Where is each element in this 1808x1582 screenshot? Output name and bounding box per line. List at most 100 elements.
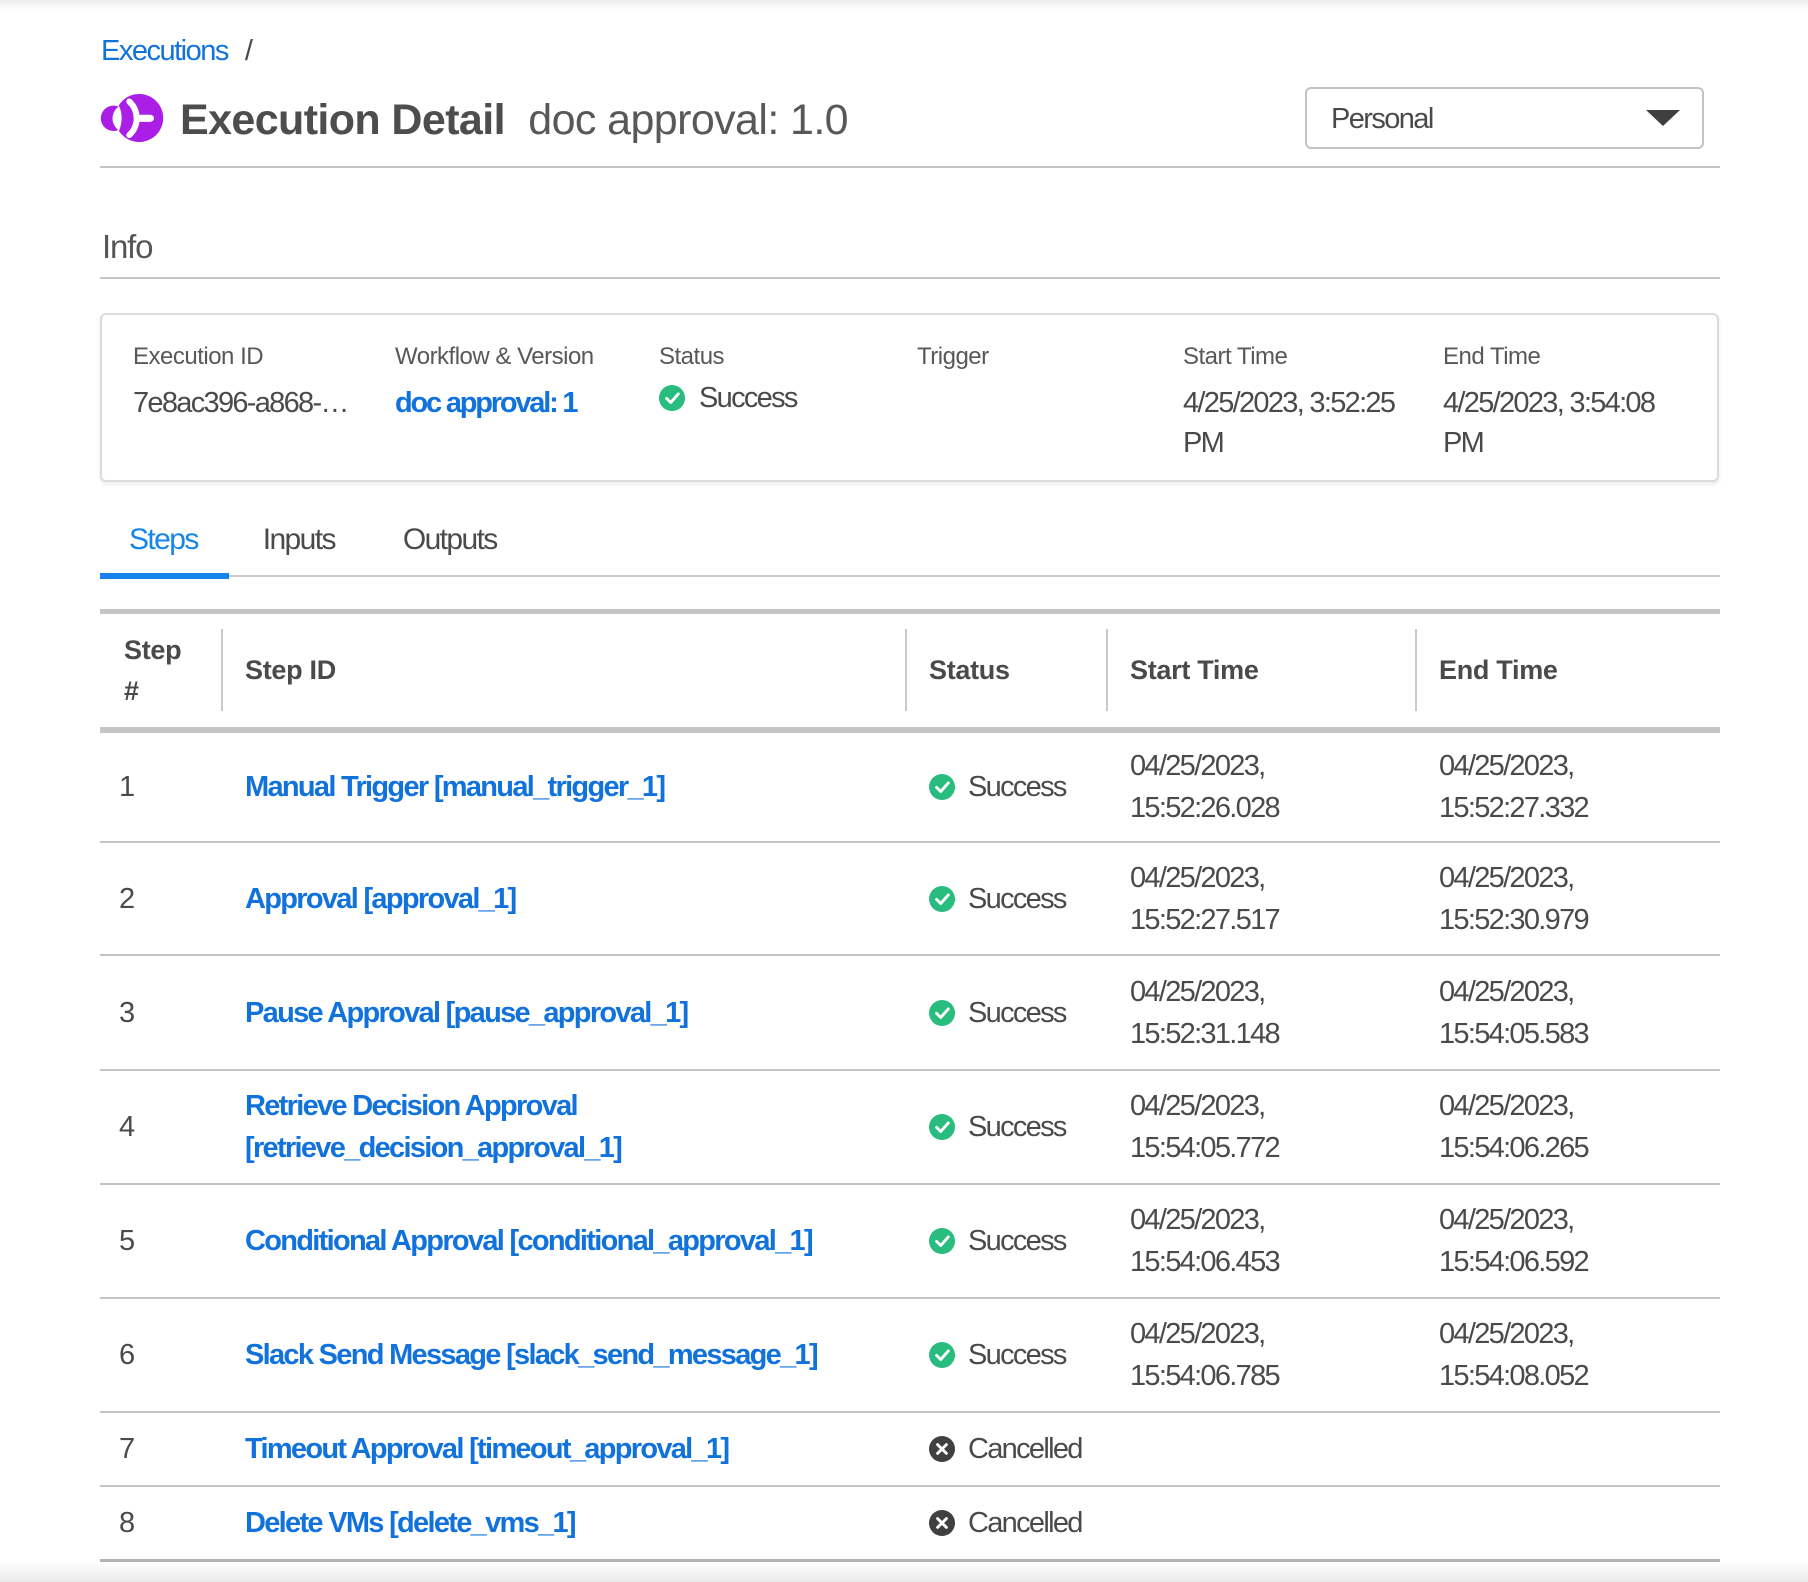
step-id-cell: Timeout Approval [timeout_approval_1] [221, 1428, 905, 1470]
step-id-cell: Approval [approval_1] [221, 878, 905, 920]
page-title-workflow: doc approval: 1.0 [528, 96, 848, 144]
steps-table: Step#Step ID StatusStart Time End Time 1 Ma… [100, 609, 1720, 1562]
col-header-start-time: Start Time [1106, 614, 1415, 727]
step-status-text: Success [968, 1220, 1066, 1262]
col-header-step-id: Step ID [221, 614, 905, 727]
step-status-text: Cancelled [968, 1428, 1082, 1470]
tab-bar: StepsInputsOutputs [100, 523, 529, 573]
info-value: 4/25/2023, 3:52:25 PM [1183, 383, 1423, 463]
step-row-8: 8 Delete VMs [delete_vms_1]Cancelled [100, 1487, 1720, 1562]
top-edge-shadow [0, 0, 1808, 10]
step-row-2: 2Approval [approval_1]Success04/25/2023,… [100, 843, 1720, 956]
execution-detail-page: Executions/ Execution Detail doc approva… [0, 0, 1808, 1582]
info-label: Workflow & Version [395, 343, 659, 371]
step-id-link[interactable]: Conditional Approval [conditional_approv… [245, 1220, 905, 1262]
workspace-dropdown[interactable]: Personal [1305, 87, 1704, 149]
col-header-text: Start Time [1106, 650, 1259, 691]
step-id-cell: Delete VMs [delete_vms_1] [221, 1502, 905, 1544]
step-row-1: 1 Manual Trigger [manual_trigger_1]Succes… [100, 733, 1720, 843]
chevron-down-icon [1646, 110, 1680, 126]
step-id-cell: Slack Send Message [slack_send_message_1… [221, 1334, 905, 1376]
info-field-start-time: Start Time 4/25/2023, 3:52:25 PM [1183, 343, 1443, 480]
breadcrumb-link-executions[interactable]: Executions [101, 35, 228, 67]
step-number: 3 [100, 992, 221, 1034]
info-field-status: Status Success [659, 343, 917, 480]
col-header-end-time: End Time [1415, 614, 1720, 727]
col-header-step-: Step# [100, 614, 221, 727]
step-status-cell: Success [905, 1106, 1106, 1148]
step-status-text: Success [968, 878, 1066, 920]
info-label: Trigger [917, 343, 1183, 371]
steps-table-header: Step#Step ID StatusStart Time End Time [100, 609, 1720, 733]
info-label: Status [659, 343, 917, 371]
step-row-5: 5 Conditional Approval [conditional_appro… [100, 1185, 1720, 1299]
tab-inputs[interactable]: Inputs [227, 523, 371, 573]
step-status-cell: Success [905, 1220, 1106, 1262]
step-status-cell: Success [905, 992, 1106, 1034]
info-label: End Time [1443, 343, 1705, 371]
info-value: 4/25/2023, 3:54:08 PM [1443, 383, 1683, 463]
step-id-link[interactable]: Retrieve Decision Approval[retrieve_deci… [245, 1085, 905, 1169]
step-status-text: Success [968, 992, 1066, 1034]
active-tab-underline [100, 573, 229, 579]
step-start-time: 04/25/2023,15:52:27.517 [1106, 857, 1415, 941]
col-header-text: Step ID [221, 650, 336, 691]
step-end-time: 04/25/2023,15:52:27.332 [1415, 745, 1720, 829]
step-id-link[interactable]: Timeout Approval [timeout_approval_1] [245, 1428, 905, 1470]
execution-info-card: Execution ID 7e8ac396-a868-… Workflow & Ve… [100, 313, 1719, 482]
success-check-icon [929, 1342, 955, 1368]
step-id-link[interactable]: Delete VMs [delete_vms_1] [245, 1502, 905, 1544]
info-value-link[interactable]: doc approval: 1 [395, 383, 635, 423]
tab-steps[interactable]: Steps [100, 523, 227, 573]
step-start-time: 04/25/2023,15:52:31.148 [1106, 971, 1415, 1055]
info-section-heading: Info [102, 228, 152, 266]
step-end-time: 04/25/2023,15:54:06.265 [1415, 1085, 1720, 1169]
tab-outputs[interactable]: Outputs [371, 523, 529, 573]
col-header-text: End Time [1415, 650, 1558, 691]
step-number: 5 [100, 1220, 221, 1262]
step-id-cell: Conditional Approval [conditional_approv… [221, 1220, 905, 1262]
step-number: 7 [100, 1428, 221, 1470]
info-status-text: Success [699, 378, 797, 418]
step-status-cell: Cancelled [905, 1428, 1106, 1470]
step-id-link[interactable]: Approval [approval_1] [245, 878, 905, 920]
step-status-cell: Success [905, 766, 1106, 808]
breadcrumb: Executions/ [101, 35, 251, 68]
header-divider [100, 166, 1720, 168]
col-header-status: Status [905, 614, 1106, 727]
step-end-time: 04/25/2023,15:54:06.592 [1415, 1199, 1720, 1283]
step-id-cell: Manual Trigger [manual_trigger_1] [221, 766, 905, 808]
step-status-text: Success [968, 1334, 1066, 1376]
info-field-trigger: Trigger [917, 343, 1183, 480]
info-value: 7e8ac396-a868-… [133, 383, 373, 423]
step-start-time: 04/25/2023,15:52:26.028 [1106, 745, 1415, 829]
info-label: Execution ID [133, 343, 395, 371]
step-id-link[interactable]: Slack Send Message [slack_send_message_1… [245, 1334, 905, 1376]
info-field-workflow-version: Workflow & Version doc approval: 1 [395, 343, 659, 480]
info-label: Start Time [1183, 343, 1443, 371]
step-end-time: 04/25/2023,15:54:05.583 [1415, 971, 1720, 1055]
success-check-icon [929, 1000, 955, 1026]
step-number: 1 [100, 766, 221, 808]
step-row-4: 4Retrieve Decision Approval[retrieve_dec… [100, 1071, 1720, 1185]
step-id-link[interactable]: Pause Approval [pause_approval_1] [245, 992, 905, 1034]
workflow-logo-icon [98, 92, 164, 149]
page-title-main: Execution Detail [180, 96, 505, 144]
success-check-icon [659, 385, 685, 411]
step-end-time: 04/25/2023,15:54:08.052 [1415, 1313, 1720, 1397]
tabs-baseline [100, 575, 1720, 577]
step-row-6: 6 Slack Send Message [slack_send_message_… [100, 1299, 1720, 1413]
info-value-status: Success [659, 378, 899, 418]
step-row-7: 7 Timeout Approval [timeout_approval_1] Ca… [100, 1413, 1720, 1487]
step-end-time: 04/25/2023,15:52:30.979 [1415, 857, 1720, 941]
step-number: 6 [100, 1334, 221, 1376]
success-check-icon [929, 886, 955, 912]
step-number: 8 [100, 1502, 221, 1544]
cancelled-x-icon [929, 1510, 955, 1536]
step-status-text: Success [968, 1106, 1066, 1148]
step-id-cell: Retrieve Decision Approval[retrieve_deci… [221, 1085, 905, 1169]
step-status-cell: Cancelled [905, 1502, 1106, 1544]
step-status-cell: Success [905, 1334, 1106, 1376]
info-field-execution-id: Execution ID 7e8ac396-a868-… [133, 343, 395, 480]
step-id-link[interactable]: Manual Trigger [manual_trigger_1] [245, 766, 905, 808]
